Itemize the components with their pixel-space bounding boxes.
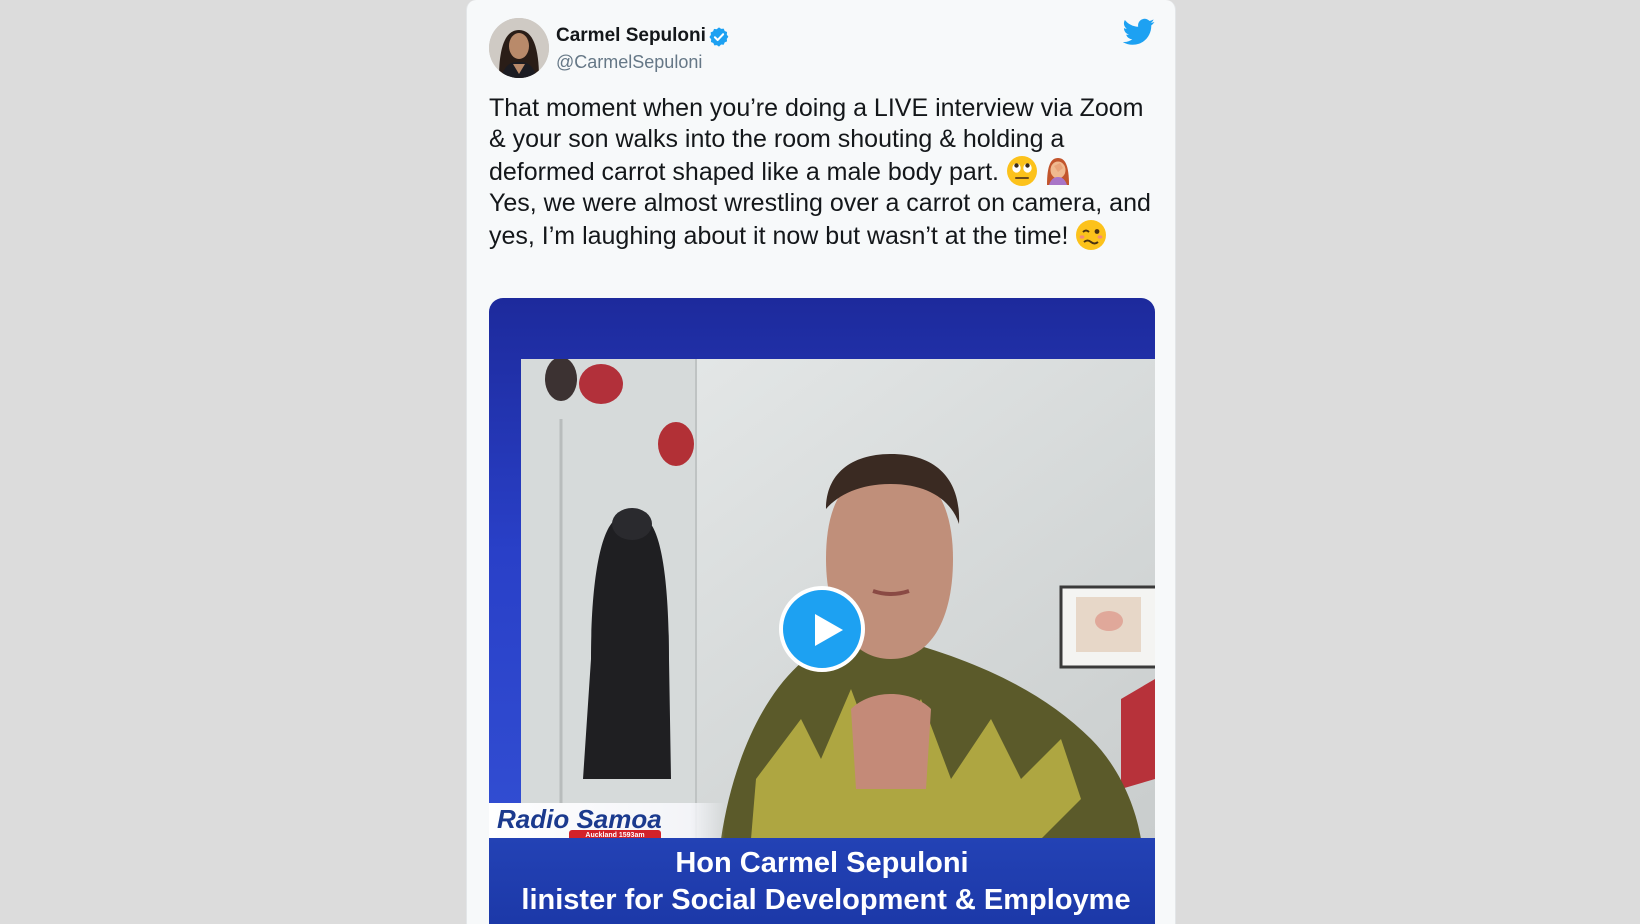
woman-facepalming-emoji-icon bbox=[1046, 158, 1069, 185]
caption-title: linister for Social Development & Employ… bbox=[521, 884, 1131, 916]
radio-samoa-logo: Radio Samoa Auckland 1593am bbox=[489, 803, 725, 841]
tweet-card: Carmel Sepuloni @CarmelSepuloni That mom… bbox=[466, 0, 1176, 924]
tweet-text: That moment when you’re doing a LIVE int… bbox=[489, 93, 1161, 252]
tweet-text-part-2: Yes, we were almost wrestling over a car… bbox=[489, 189, 1151, 250]
author-name[interactable]: Carmel Sepuloni bbox=[556, 25, 706, 47]
play-button[interactable] bbox=[779, 586, 865, 672]
video-player[interactable]: Radio Samoa Auckland 1593am Hon Carmel S… bbox=[489, 298, 1155, 924]
author-handle[interactable]: @CarmelSepuloni bbox=[556, 52, 702, 73]
rolling-eyes-emoji-icon bbox=[1006, 156, 1037, 186]
woozy-face-emoji-icon bbox=[1076, 220, 1107, 250]
caption-name: Hon Carmel Sepuloni bbox=[675, 847, 969, 879]
video-lower-third: Hon Carmel Sepuloni linister for Social … bbox=[489, 838, 1155, 924]
verified-badge-icon bbox=[709, 27, 729, 47]
twitter-bird-icon[interactable] bbox=[1123, 18, 1155, 46]
play-icon bbox=[815, 614, 843, 646]
avatar[interactable] bbox=[489, 18, 549, 78]
